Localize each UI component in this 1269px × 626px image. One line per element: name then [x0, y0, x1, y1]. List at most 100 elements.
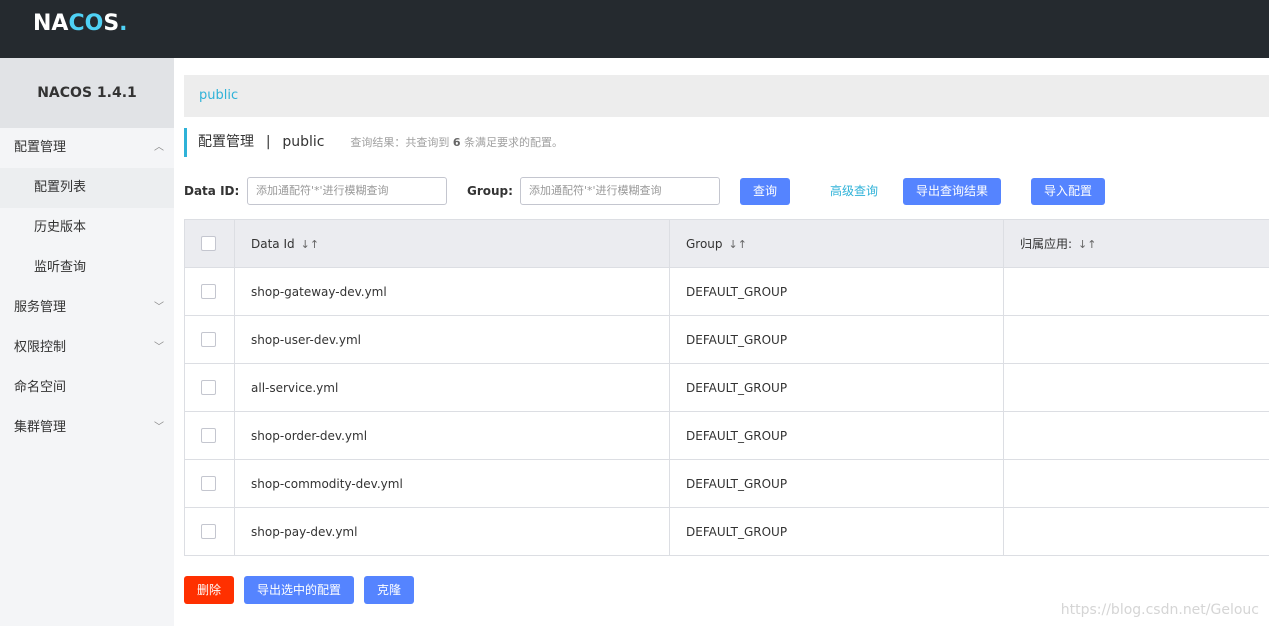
data-id-label: Data ID:	[184, 184, 240, 198]
data-id-input[interactable]: 添加通配符'*'进行模糊查询	[247, 177, 447, 205]
app-cell	[1003, 411, 1269, 460]
data-id-cell: all-service.yml	[234, 363, 670, 412]
column-label: 归属应用:	[1020, 237, 1073, 251]
sidebar-item-cluster-management[interactable]: 集群管理 ﹀	[0, 408, 174, 448]
data-id-cell: shop-order-dev.yml	[234, 411, 670, 460]
row-select-cell	[184, 267, 235, 316]
main-content: public 配置管理 | public 查询结果：共查询到 6 条满足要求的配…	[174, 58, 1269, 626]
clone-button[interactable]: 克隆	[364, 576, 414, 604]
data-id-cell: shop-pay-dev.yml	[234, 507, 670, 556]
sidebar-item-label: 历史版本	[34, 220, 87, 235]
chevron-down-icon: ﹀	[154, 422, 164, 433]
data-id-cell: shop-user-dev.yml	[234, 315, 670, 364]
advanced-query-link[interactable]: 高级查询	[830, 177, 878, 205]
column-label: Group	[686, 236, 723, 251]
logo-text-s: S	[103, 11, 120, 36]
app-cell	[1003, 267, 1269, 316]
sidebar-item-label: 配置列表	[34, 180, 87, 195]
table-row: shop-order-dev.yml DEFAULT_GROUP	[184, 411, 1269, 460]
sidebar-item-listener-query[interactable]: 监听查询	[0, 248, 174, 288]
data-id-cell: shop-commodity-dev.yml	[234, 459, 670, 508]
chevron-down-icon: ﹀	[154, 302, 164, 313]
table-row: shop-pay-dev.yml DEFAULT_GROUP	[184, 507, 1269, 556]
page-title-row: 配置管理 | public 查询结果：共查询到 6 条满足要求的配置。	[184, 128, 563, 157]
hint-count: 6	[452, 136, 461, 149]
column-group[interactable]: Group ↓↑	[669, 219, 1004, 268]
table-header-row: Data Id ↓↑ Group ↓↑ 归属应用: ↓↑	[184, 219, 1269, 268]
column-label: Data Id	[251, 236, 295, 251]
sidebar: NACOS 1.4.1 配置管理 ︿ 配置列表 历史版本 监听查询 服务管理 ﹀…	[0, 58, 174, 626]
logo-text-na: NA	[33, 11, 69, 36]
app-cell	[1003, 507, 1269, 556]
group-cell: DEFAULT_GROUP	[669, 315, 1004, 364]
export-selected-button[interactable]: 导出选中的配置	[244, 576, 354, 604]
select-all-checkbox[interactable]	[201, 236, 216, 251]
delete-button[interactable]: 删除	[184, 576, 234, 604]
chevron-down-icon: ﹀	[154, 342, 164, 353]
sidebar-item-namespace[interactable]: 命名空间	[0, 368, 174, 408]
sidebar-item-label: 权限控制	[14, 340, 67, 355]
row-select-cell	[184, 363, 235, 412]
search-form: Data ID: 添加通配符'*'进行模糊查询 Group: 添加通配符'*'进…	[184, 177, 1269, 205]
logo-dot: .	[119, 11, 128, 36]
namespace-bar: public	[184, 75, 1269, 117]
query-button[interactable]: 查询	[740, 178, 790, 205]
export-results-button[interactable]: 导出查询结果	[903, 178, 1001, 205]
watermark: https://blog.csdn.net/Gelouc	[1060, 602, 1259, 618]
row-select-cell	[184, 459, 235, 508]
hint-suffix: 条满足要求的配置。	[463, 136, 563, 149]
query-result-hint: 查询结果：共查询到 6 条满足要求的配置。	[350, 136, 563, 149]
logo-text-co: CO	[68, 11, 104, 36]
sidebar-item-label: 服务管理	[14, 300, 67, 315]
sidebar-item-label: 集群管理	[14, 420, 67, 435]
version-label: NACOS 1.4.1	[0, 58, 174, 128]
sort-icon[interactable]: ↓↑	[1078, 238, 1096, 251]
app-cell	[1003, 315, 1269, 364]
group-label: Group:	[467, 184, 513, 198]
sidebar-item-history[interactable]: 历史版本	[0, 208, 174, 248]
chevron-up-icon: ︿	[154, 142, 164, 153]
sidebar-item-config-management[interactable]: 配置管理 ︿	[0, 128, 174, 168]
group-cell: DEFAULT_GROUP	[669, 411, 1004, 460]
page-title: 配置管理	[198, 134, 254, 150]
sidebar-item-permission-control[interactable]: 权限控制 ﹀	[0, 328, 174, 368]
top-navbar: NACOS.	[0, 0, 1269, 58]
app-cell	[1003, 459, 1269, 508]
column-data-id[interactable]: Data Id ↓↑	[234, 219, 670, 268]
table-row: all-service.yml DEFAULT_GROUP	[184, 363, 1269, 412]
title-separator: |	[265, 134, 271, 150]
sidebar-item-label: 命名空间	[14, 380, 67, 395]
table-row: shop-gateway-dev.yml DEFAULT_GROUP	[184, 267, 1269, 316]
group-cell: DEFAULT_GROUP	[669, 363, 1004, 412]
column-app[interactable]: 归属应用: ↓↑	[1003, 219, 1269, 268]
config-table: Data Id ↓↑ Group ↓↑ 归属应用: ↓↑ shop-gateway-d…	[184, 219, 1269, 556]
row-select-cell	[184, 411, 235, 460]
row-checkbox[interactable]	[201, 380, 216, 395]
sidebar-item-label: 监听查询	[34, 260, 87, 275]
select-all-cell	[184, 219, 235, 268]
page-namespace: public	[282, 134, 325, 150]
group-cell: DEFAULT_GROUP	[669, 267, 1004, 316]
sort-icon[interactable]: ↓↑	[301, 238, 319, 251]
sidebar-item-config-list[interactable]: 配置列表	[0, 168, 174, 208]
namespace-link-public[interactable]: public	[199, 88, 238, 103]
row-checkbox[interactable]	[201, 332, 216, 347]
table-row: shop-user-dev.yml DEFAULT_GROUP	[184, 315, 1269, 364]
row-checkbox[interactable]	[201, 476, 216, 491]
app-cell	[1003, 363, 1269, 412]
sort-icon[interactable]: ↓↑	[729, 238, 747, 251]
sidebar-item-service-management[interactable]: 服务管理 ﹀	[0, 288, 174, 328]
data-id-cell: shop-gateway-dev.yml	[234, 267, 670, 316]
sidebar-item-label: 配置管理	[14, 140, 67, 155]
row-select-cell	[184, 315, 235, 364]
group-input[interactable]: 添加通配符'*'进行模糊查询	[520, 177, 720, 205]
group-cell: DEFAULT_GROUP	[669, 507, 1004, 556]
row-checkbox[interactable]	[201, 524, 216, 539]
nacos-logo[interactable]: NACOS.	[33, 11, 128, 36]
row-checkbox[interactable]	[201, 428, 216, 443]
hint-prefix: 查询结果：共查询到	[350, 136, 450, 149]
group-cell: DEFAULT_GROUP	[669, 459, 1004, 508]
row-select-cell	[184, 507, 235, 556]
row-checkbox[interactable]	[201, 284, 216, 299]
import-config-button[interactable]: 导入配置	[1031, 178, 1105, 205]
